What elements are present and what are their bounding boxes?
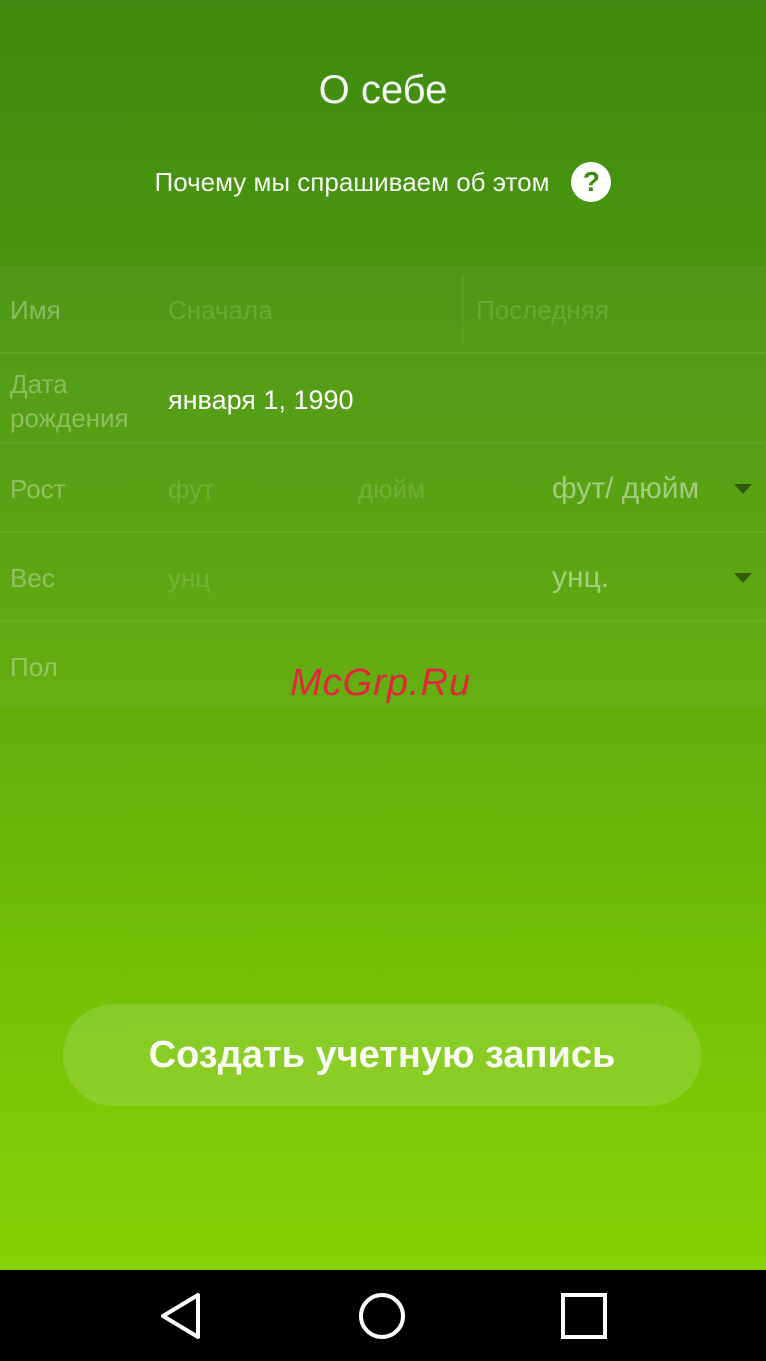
help-question-icon[interactable]: ? xyxy=(571,162,612,202)
gender-label: Пол xyxy=(10,652,58,682)
page-title: О себе xyxy=(318,68,448,112)
profile-form: Имя Сначала Последняя Дата рождения янва… xyxy=(0,266,766,708)
birthdate-label-line2: рождения xyxy=(10,403,129,433)
name-label: Имя xyxy=(10,295,61,325)
last-name-input[interactable]: Последняя xyxy=(476,293,609,327)
height-feet-input[interactable]: фут xyxy=(168,472,214,506)
watermark: McGrp.Ru xyxy=(290,662,472,704)
height-unit-chevron-down-icon[interactable] xyxy=(734,484,752,494)
screen: О себе Почему мы спрашиваем об этом ? Им… xyxy=(0,0,766,1361)
weight-input[interactable]: унц xyxy=(168,561,210,595)
home-circle-icon xyxy=(359,1292,405,1339)
weight-label: Вес xyxy=(10,563,55,593)
height-unit-select[interactable]: фут/ дюйм xyxy=(552,472,699,506)
system-navigation-bar xyxy=(0,1270,766,1361)
weight-row: Вес унц унц. xyxy=(0,533,766,622)
nav-home-button[interactable] xyxy=(322,1270,442,1361)
back-triangle-icon xyxy=(161,1292,200,1339)
recents-square-icon xyxy=(561,1292,607,1339)
why-we-ask-text: Почему мы спрашиваем об этом xyxy=(154,166,550,197)
name-row: Имя Сначала Последняя xyxy=(0,266,766,354)
height-row: Рост фут дюйм фут/ дюйм xyxy=(0,444,766,533)
height-label: Рост xyxy=(10,474,66,504)
nav-back-button[interactable] xyxy=(121,1270,241,1361)
birthdate-label-line1: Дата xyxy=(10,369,68,399)
why-we-ask-link[interactable]: Почему мы спрашиваем об этом ? xyxy=(0,162,766,202)
weight-unit-chevron-down-icon[interactable] xyxy=(734,573,752,583)
height-inches-input[interactable]: дюйм xyxy=(358,472,425,506)
birthdate-value[interactable]: января 1, 1990 xyxy=(168,383,354,417)
weight-unit-select[interactable]: унц. xyxy=(552,561,609,595)
create-account-button[interactable]: Создать учетную запись xyxy=(63,1004,701,1106)
nav-recents-button[interactable] xyxy=(524,1270,644,1361)
name-divider xyxy=(462,276,464,344)
birthdate-row[interactable]: Дата рождения января 1, 1990 xyxy=(0,354,766,444)
first-name-input[interactable]: Сначала xyxy=(168,293,273,327)
about-me-screen: О себе Почему мы спрашиваем об этом ? Им… xyxy=(0,0,766,1270)
